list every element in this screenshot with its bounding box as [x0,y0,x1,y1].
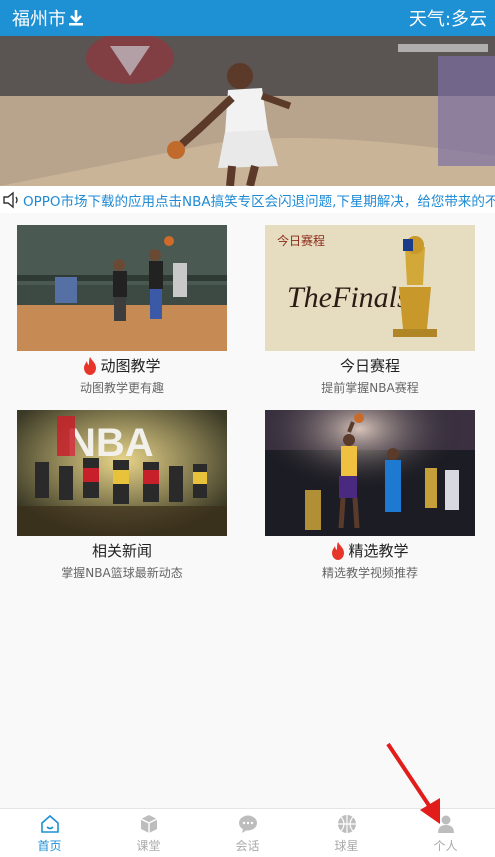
notice-text: OPPO市场下载的应用点击NBA搞笑专区会闪退问题,下星期解决，给您带来的不便 [23,193,495,210]
schedule-stamp-text: 今日赛程 [277,233,325,248]
card-subtitle: 精选教学视频推荐 [321,566,418,580]
notice-bar[interactable]: OPPO市场下载的应用点击NBA搞笑专区会闪退问题,下星期解决，给您带来的不便 [0,186,495,213]
card-thumbnail [17,225,227,351]
card-title: 相关新闻 [17,540,227,562]
tab-chat[interactable]: 会话 [198,809,297,857]
tab-classroom[interactable]: 课堂 [99,809,198,857]
card-subtitle: 掌握NBA篮球最新动态 [61,566,183,580]
fire-icon [332,542,345,560]
card-thumbnail: NBA [17,410,227,536]
card-thumbnail: 今日赛程 TheFinals [265,225,475,351]
tab-label: 个人 [433,838,458,853]
card-subtitle: 动图教学更有趣 [79,381,164,395]
card-news[interactable]: NBA 相关新闻 掌握NBA篮球最新动态 [17,410,227,581]
tab-label: 会话 [235,838,260,853]
card-schedule[interactable]: 今日赛程 TheFinals 今日赛程 提前掌握NBA赛程 [265,225,475,396]
card-title: 今日赛程 [265,355,475,377]
card-title-text: 今日赛程 [339,357,400,375]
tab-stars[interactable]: 球星 [297,809,396,857]
fire-icon [84,357,97,375]
cube-icon [140,814,157,833]
tab-profile[interactable]: 个人 [396,809,495,857]
weather-label: 天气:多云 [408,9,487,30]
banner-video[interactable] [0,36,495,186]
top-header: 福州市 天气:多云 [0,0,495,36]
city-label: 福州市 [12,9,66,30]
chat-icon [238,815,257,833]
card-title-text: 精选教学 [348,542,409,560]
card-title: 精选教学 [265,540,475,562]
card-title: 动图教学 [17,355,227,377]
finals-logo-text: TheFinals [287,281,409,314]
speaker-icon [3,191,18,208]
card-gif-tutorial[interactable]: 动图教学 动图教学更有趣 [17,225,227,396]
nba-logo-text: NBA [67,421,154,465]
person-icon [437,815,454,833]
card-subtitle: 提前掌握NBA赛程 [321,381,419,395]
tab-label: 首页 [37,838,62,853]
home-icon [40,814,59,833]
basketball-icon [337,814,356,833]
download-icon[interactable] [68,9,84,27]
card-featured[interactable]: 精选教学 精选教学视频推荐 [265,410,475,581]
card-thumbnail [265,410,475,536]
banner-image [0,36,495,186]
card-title-text: 动图教学 [100,357,161,375]
tab-label: 课堂 [136,838,161,853]
city-selector[interactable]: 福州市 [12,5,84,31]
tab-label: 球星 [334,838,359,853]
tab-home[interactable]: 首页 [0,809,99,857]
feature-grid: 动图教学 动图教学更有趣 今日赛程 TheFinals 今日赛程 提前掌握NBA… [0,213,495,808]
bottom-tab-bar: 首页 课堂 会话 球星 个人 [0,808,495,857]
card-title-text: 相关新闻 [91,542,152,560]
